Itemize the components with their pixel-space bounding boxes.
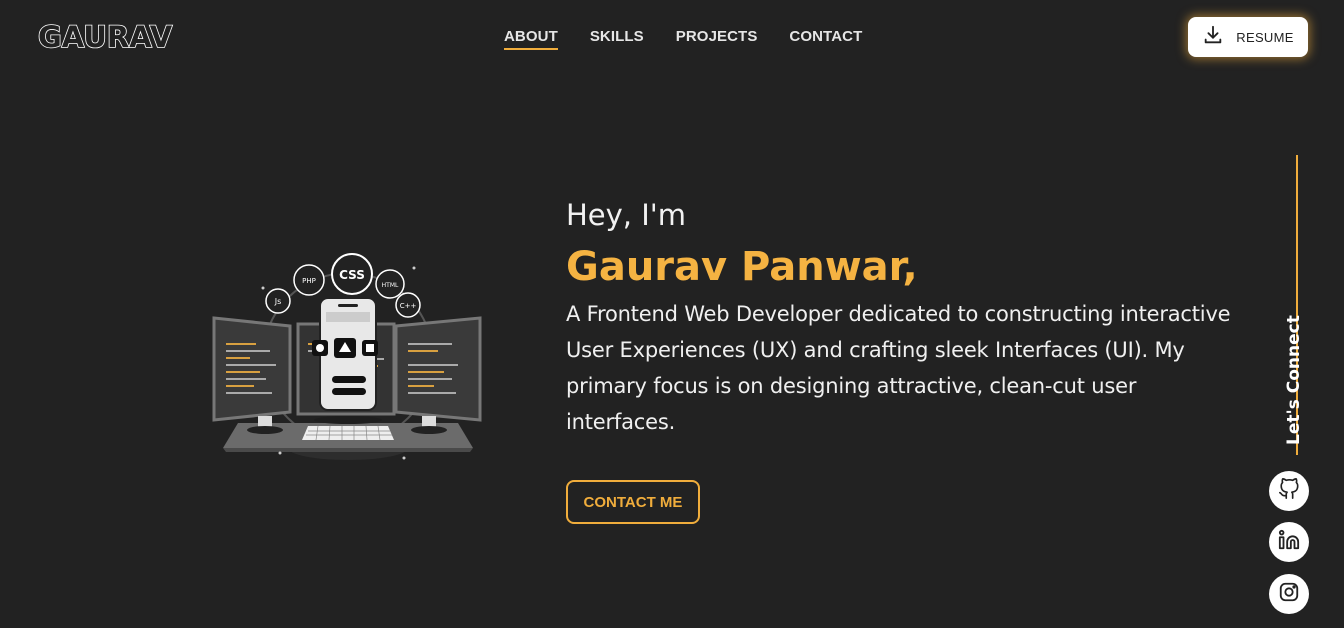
github-icon: [1278, 478, 1300, 504]
nav-projects[interactable]: PROJECTS: [676, 28, 758, 50]
nav-skills[interactable]: SKILLS: [590, 28, 644, 50]
github-link[interactable]: [1269, 471, 1309, 511]
logo[interactable]: GAURAV: [37, 19, 173, 55]
hero-greeting: Hey, I'm: [566, 198, 687, 232]
nav-about[interactable]: ABOUT: [504, 28, 558, 50]
resume-button[interactable]: RESUME: [1188, 17, 1308, 57]
download-icon: [1202, 24, 1224, 50]
instagram-link[interactable]: [1269, 574, 1309, 614]
cpp-badge: C++: [400, 302, 417, 310]
nav-contact[interactable]: CONTACT: [789, 28, 862, 50]
css-badge: CSS: [339, 268, 365, 282]
html-badge: HTML: [382, 282, 399, 289]
contact-me-button[interactable]: CONTACT ME: [566, 480, 700, 524]
main-nav: ABOUT SKILLS PROJECTS CONTACT: [504, 28, 862, 50]
php-badge: PHP: [302, 277, 316, 285]
linkedin-icon: [1278, 529, 1300, 555]
instagram-icon: [1278, 581, 1300, 607]
js-badge: Js: [274, 297, 282, 306]
lets-connect-label: Let's Connect: [1284, 315, 1304, 445]
hero-section: Hey, I'm Gaurav Panwar, A Frontend Web D…: [566, 198, 1236, 440]
developer-illustration: CSS PHP Js HTML C++: [208, 248, 488, 468]
hero-description: A Frontend Web Developer dedicated to co…: [566, 302, 1231, 434]
hero-name: Gaurav Panwar,: [566, 244, 918, 290]
resume-label: RESUME: [1236, 29, 1294, 45]
linkedin-link[interactable]: [1269, 522, 1309, 562]
